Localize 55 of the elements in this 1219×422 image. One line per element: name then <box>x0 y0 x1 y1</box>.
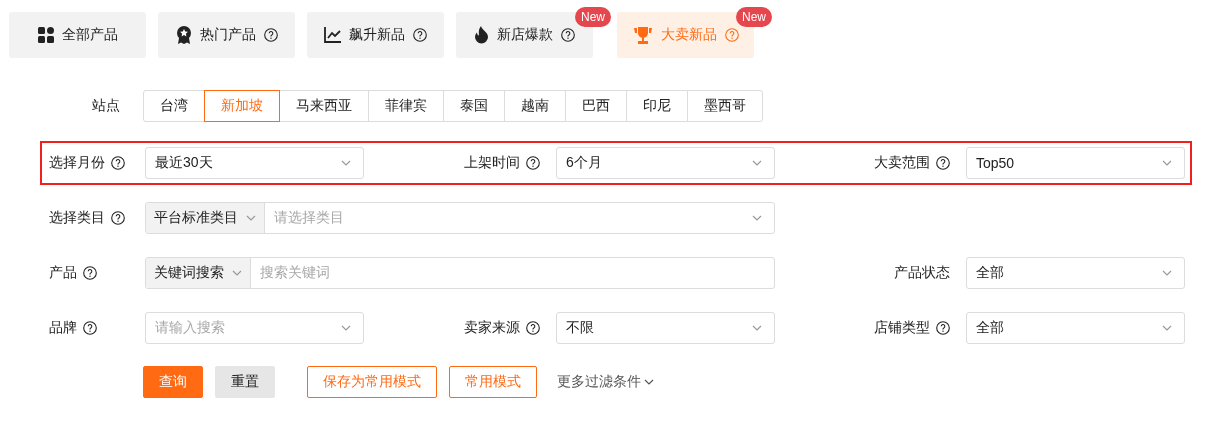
new-badge: New <box>575 7 611 27</box>
new-badge: New <box>736 7 772 27</box>
select-field[interactable]: 不限 <box>556 312 775 344</box>
field-label: 产品 <box>49 264 77 282</box>
help-icon[interactable] <box>83 266 97 280</box>
chevron-down-icon <box>644 379 654 385</box>
site-option[interactable]: 印尼 <box>626 90 688 122</box>
help-icon[interactable] <box>526 321 540 335</box>
chevron-down-icon <box>1162 325 1172 331</box>
line-chart-icon <box>324 27 341 43</box>
site-option[interactable]: 墨西哥 <box>687 90 763 122</box>
chevron-down-icon <box>341 160 351 166</box>
site-option[interactable]: 泰国 <box>443 90 505 122</box>
medal-icon <box>175 26 192 44</box>
chevron-down-icon <box>752 160 762 166</box>
help-icon[interactable] <box>936 321 950 335</box>
grid-icon <box>37 27 54 43</box>
select-field[interactable]: 全部 <box>966 312 1185 344</box>
category-tab[interactable]: 热门产品 <box>158 12 295 58</box>
select-field[interactable]: Top50 <box>966 147 1185 179</box>
action-button[interactable]: 重置 <box>215 366 275 398</box>
more-filters-link[interactable]: 更多过滤条件 <box>549 366 662 398</box>
help-icon[interactable] <box>111 211 125 225</box>
chevron-down-icon <box>341 325 351 331</box>
chevron-down-icon <box>1162 160 1172 166</box>
field-label: 上架时间 <box>464 154 520 172</box>
field-label: 选择月份 <box>49 154 105 172</box>
select-field[interactable]: 全部 <box>966 257 1185 289</box>
help-icon[interactable] <box>561 28 575 42</box>
field-label: 卖家来源 <box>464 319 520 337</box>
chevron-down-icon <box>752 325 762 331</box>
site-option[interactable]: 巴西 <box>565 90 627 122</box>
site-option[interactable]: 台湾 <box>143 90 205 122</box>
category-tab[interactable]: 飙升新品 <box>307 12 444 58</box>
field-label: 品牌 <box>49 319 77 337</box>
site-option[interactable]: 马来西亚 <box>279 90 369 122</box>
select-field[interactable]: 6个月 <box>556 147 775 179</box>
help-icon[interactable] <box>83 321 97 335</box>
field-label: 店铺类型 <box>874 319 930 337</box>
trophy-icon <box>632 26 653 44</box>
category-tab[interactable]: 全部产品 <box>9 12 146 58</box>
site-option[interactable]: 越南 <box>504 90 566 122</box>
help-icon[interactable] <box>263 28 278 42</box>
field-label: 站点 <box>92 97 120 115</box>
help-icon[interactable] <box>413 28 427 42</box>
select-field[interactable]: 最近30天 <box>145 147 364 179</box>
help-icon[interactable] <box>111 156 125 170</box>
help-icon[interactable] <box>526 156 540 170</box>
chevron-down-icon <box>1162 270 1172 276</box>
site-option[interactable]: 菲律宾 <box>368 90 444 122</box>
flame-icon <box>474 26 489 44</box>
field-label: 选择类目 <box>49 209 105 227</box>
help-icon[interactable] <box>936 156 950 170</box>
field-label: 大卖范围 <box>874 154 930 172</box>
field-label: 产品状态 <box>894 264 950 282</box>
